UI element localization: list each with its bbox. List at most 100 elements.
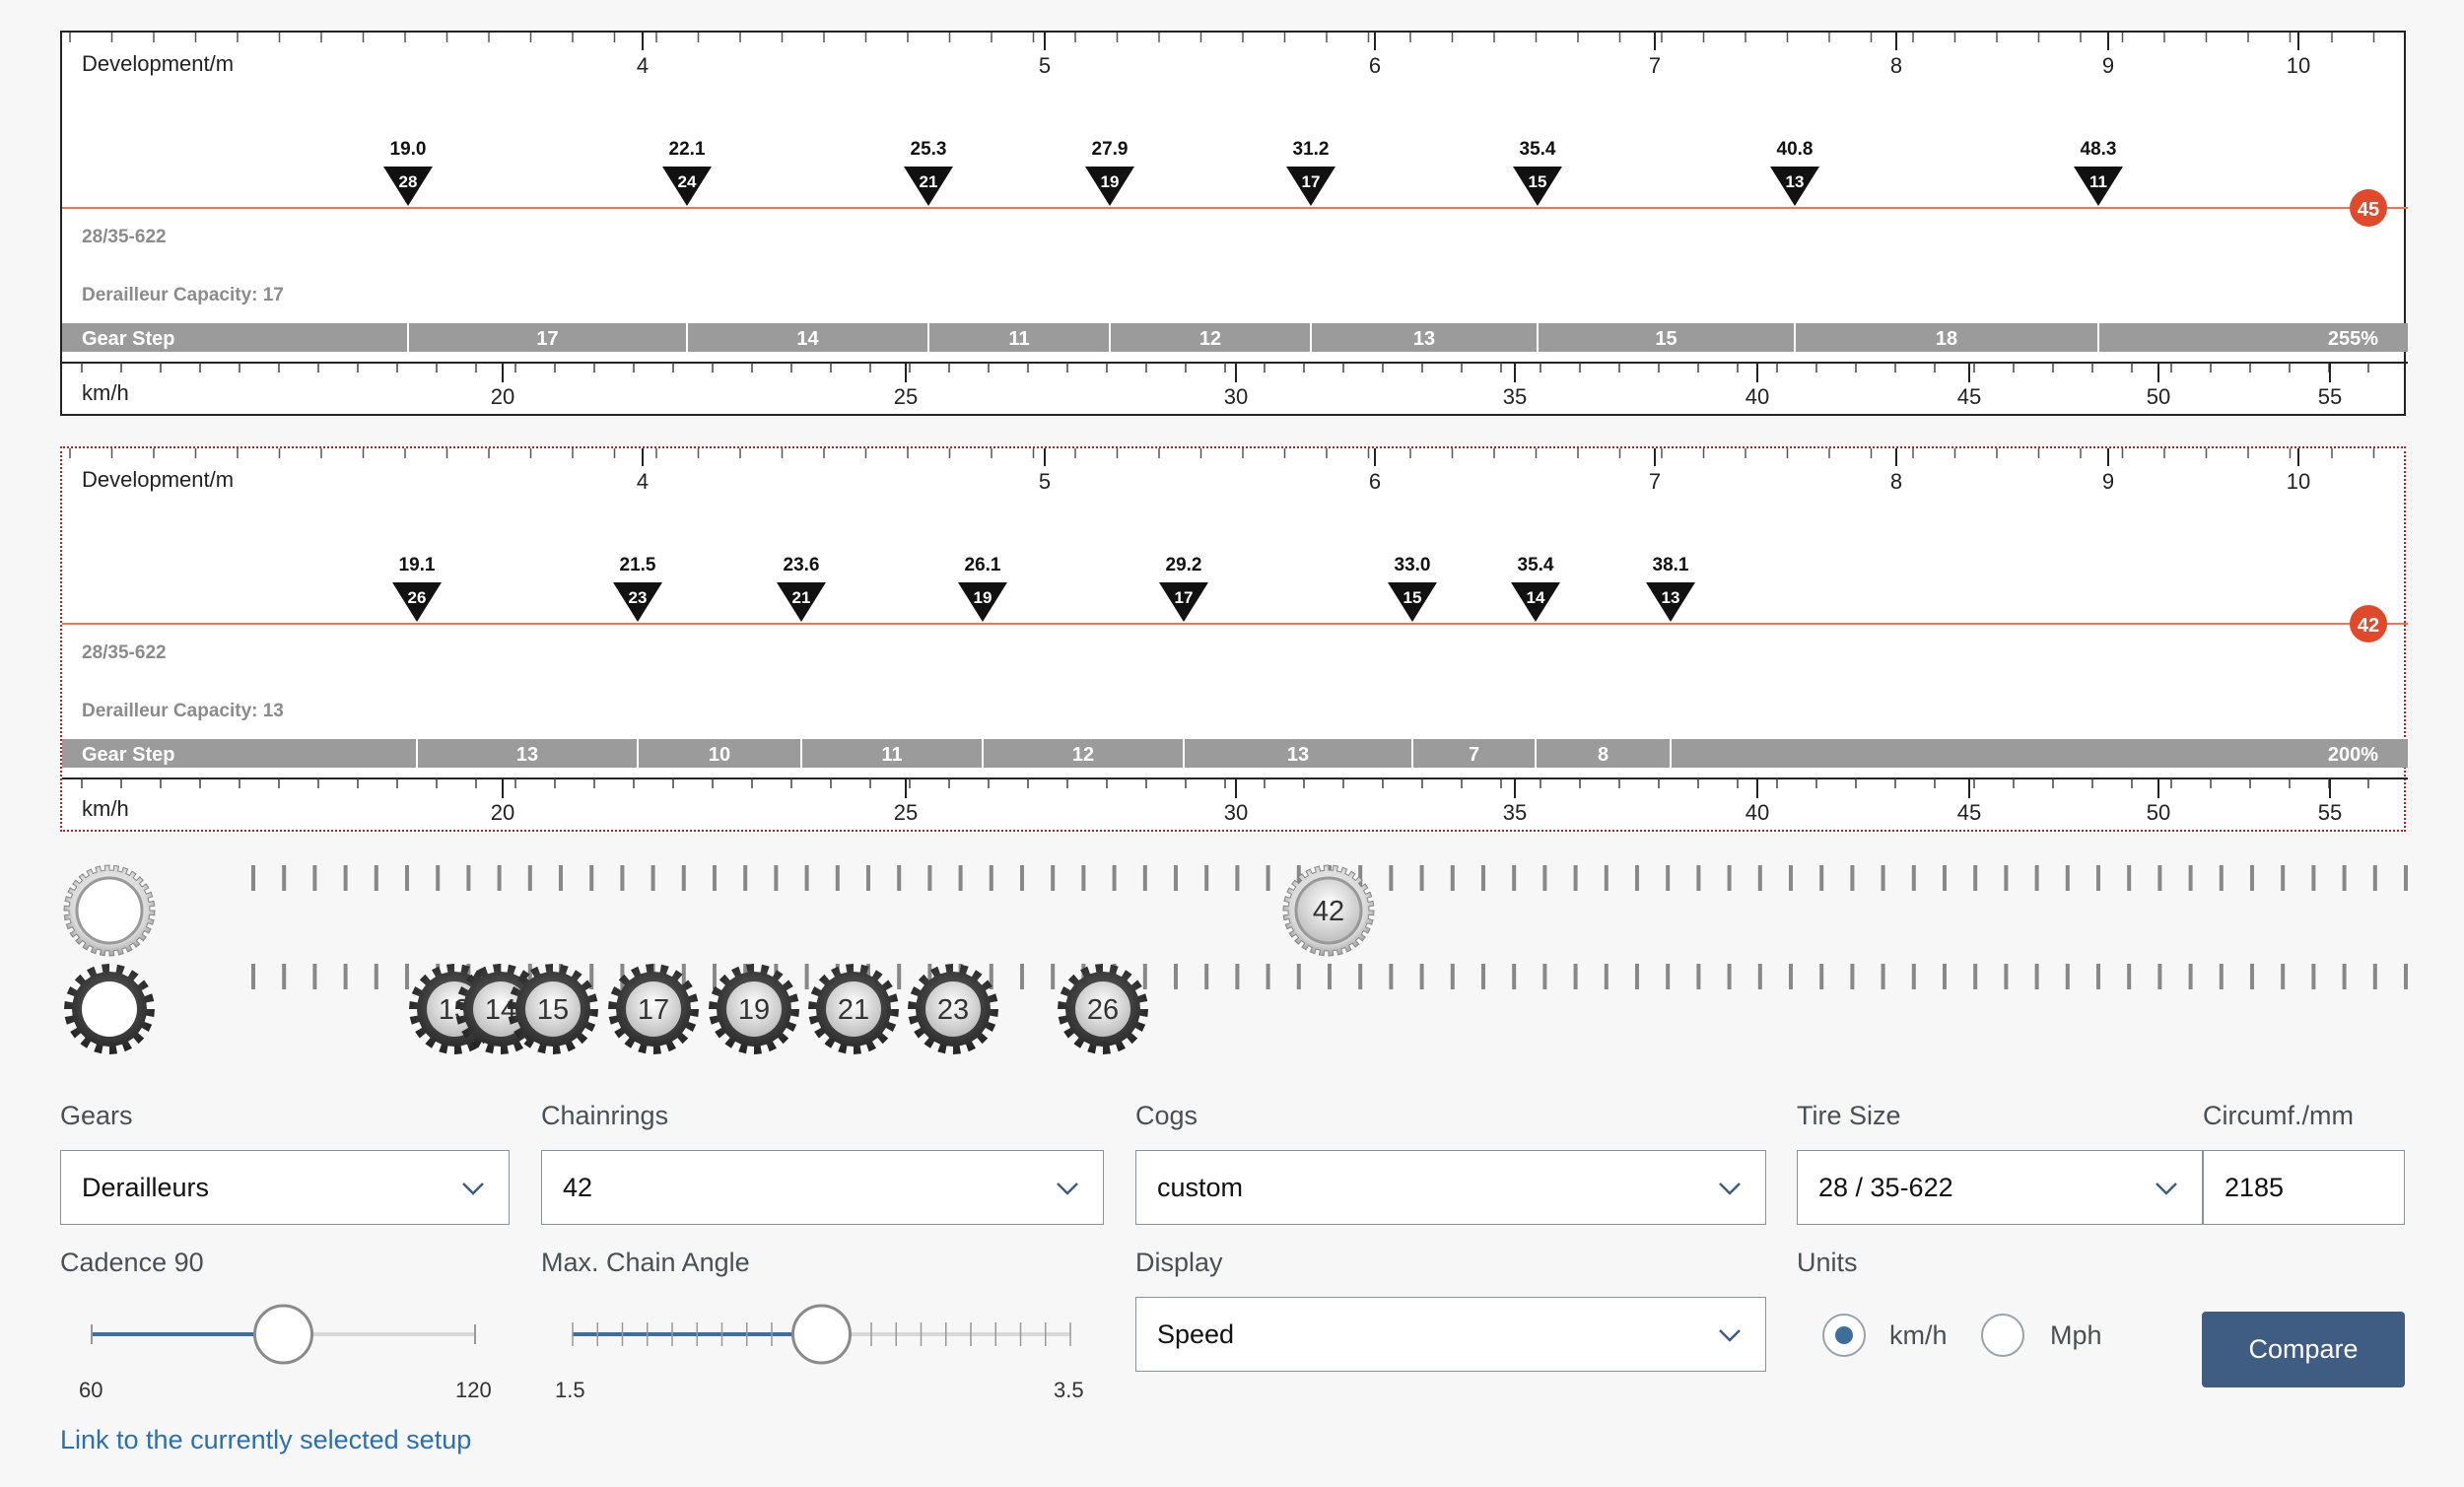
gear-cog-label: 17 xyxy=(1175,588,1194,607)
gear-cog-label: 15 xyxy=(1529,172,1547,191)
gears-label: Gears xyxy=(60,1101,133,1130)
gears-select[interactable]: Derailleurs xyxy=(60,1150,510,1225)
speed-tick-label: 55 xyxy=(2318,384,2342,409)
cadence-min: 60 xyxy=(79,1378,103,1397)
gear-chart-panel-2[interactable]: Development/m 4 5 6 7 8 9 10 19.1 26 21.5 23 23.6 2… xyxy=(60,446,2408,832)
cog-26[interactable]: 26 xyxy=(1058,964,1148,1054)
speed-axis-label: km/h xyxy=(82,380,129,405)
dev-ruler-ticks xyxy=(69,33,2375,42)
cog-19[interactable]: 19 xyxy=(709,964,799,1054)
dev-axis-label: Development/m xyxy=(82,467,234,492)
cadence-label: Cadence 90 xyxy=(60,1248,204,1277)
cogs-select[interactable]: custom xyxy=(1135,1150,1766,1225)
gear-marker[interactable]: 26.1 19 xyxy=(958,555,1007,622)
gear-speed-label: 31.2 xyxy=(1293,139,1330,160)
dev-tick-label: 5 xyxy=(1039,469,1051,494)
gear-marker[interactable]: 23.6 21 xyxy=(777,555,826,622)
gear-marker[interactable]: 27.9 19 xyxy=(1085,139,1134,206)
tire-size-label: Tire Size xyxy=(1797,1101,1901,1130)
unit-kmh-label[interactable]: km/h xyxy=(1889,1320,1948,1351)
gear-cog-label: 28 xyxy=(399,172,418,191)
speed-tick-label: 25 xyxy=(894,800,918,825)
dev-tick-label: 7 xyxy=(1649,469,1661,494)
unit-kmh-radio[interactable] xyxy=(1822,1314,1866,1357)
cog-label: 19 xyxy=(738,994,770,1026)
cog-23[interactable]: 23 xyxy=(908,964,998,1054)
dev-tick-label: 7 xyxy=(1649,53,1661,78)
dev-tick-label: 4 xyxy=(637,469,649,494)
gear-step-value: 12 xyxy=(1072,744,1094,766)
chain-angle-max: 3.5 xyxy=(1054,1378,1084,1397)
cog-15[interactable]: 15 xyxy=(508,964,598,1054)
speed-tick-label: 40 xyxy=(1745,384,1769,409)
gear-speed-label: 25.3 xyxy=(911,139,947,160)
tire-size-select-value: 28 / 35-622 xyxy=(1818,1172,1953,1202)
gear-chart-panel-1[interactable]: Development/m 4 5 6 7 8 9 10 19.0 28 22.1 24 25.3 2… xyxy=(60,31,2408,416)
gear-step-value: 12 xyxy=(1199,328,1221,350)
cog-label: 15 xyxy=(537,994,569,1026)
gear-step-value: 18 xyxy=(1936,328,1957,350)
gear-speed-label: 19.0 xyxy=(390,139,427,160)
tire-label: 28/35-622 xyxy=(82,642,167,663)
chain-angle-min: 1.5 xyxy=(555,1378,585,1397)
speed-tick-label: 55 xyxy=(2318,800,2342,825)
speed-tick-label: 30 xyxy=(1224,384,1248,409)
circumference-input[interactable]: 2185 xyxy=(2203,1150,2405,1225)
gear-marker[interactable]: 31.2 17 xyxy=(1286,139,1335,206)
chain-angle-handle[interactable] xyxy=(791,1304,852,1365)
unit-mph-radio[interactable] xyxy=(1981,1314,2024,1357)
gear-step-label: Gear Step xyxy=(82,744,174,766)
gear-selector[interactable]: 42 13 14 15 17 19 21 23 26 xyxy=(0,847,2464,1074)
chainring-selected-label: 42 xyxy=(1313,896,1344,927)
cadence-max: 120 xyxy=(455,1378,492,1397)
compare-button[interactable]: Compare xyxy=(2202,1312,2405,1387)
gear-step-value: 11 xyxy=(881,744,902,766)
cogs-select-value: custom xyxy=(1157,1172,1244,1202)
display-label: Display xyxy=(1135,1248,1223,1277)
gear-marker[interactable]: 33.0 15 xyxy=(1388,555,1437,622)
gear-cog-label: 19 xyxy=(974,588,992,607)
circumference-label: Circumf./mm xyxy=(2203,1101,2354,1130)
unit-mph-label[interactable]: Mph xyxy=(2050,1320,2102,1351)
gear-marker[interactable]: 22.1 24 xyxy=(662,139,712,206)
gear-marker[interactable]: 25.3 21 xyxy=(904,139,953,206)
gear-marker[interactable]: 29.2 17 xyxy=(1159,555,1208,622)
cadence-slider[interactable]: 60 120 xyxy=(60,1299,513,1397)
cog-label: 26 xyxy=(1087,994,1119,1026)
gear-marker[interactable]: 35.4 14 xyxy=(1511,555,1560,622)
gear-step-bar xyxy=(62,739,2408,768)
gear-speed-label: 38.1 xyxy=(1653,555,1689,575)
chainring-icon[interactable] xyxy=(63,864,156,957)
gear-marker[interactable]: 48.3 11 xyxy=(2074,139,2123,206)
gear-speed-label: 22.1 xyxy=(669,139,706,160)
gear-marker[interactable]: 21.5 23 xyxy=(613,555,662,622)
cog-row[interactable]: 13 14 15 17 19 21 23 26 xyxy=(409,964,1148,1054)
gear-cog-label: 11 xyxy=(2089,172,2107,191)
gear-marker[interactable]: 19.0 28 xyxy=(383,139,433,206)
chainrings-select-value: 42 xyxy=(563,1172,593,1202)
dev-tick-label: 8 xyxy=(1890,469,1902,494)
tire-size-select[interactable]: 28 / 35-622 xyxy=(1797,1150,2203,1225)
dev-axis-label: Development/m xyxy=(82,51,234,76)
display-select[interactable]: Speed xyxy=(1135,1297,1766,1372)
units-label: Units xyxy=(1797,1248,1858,1277)
chevron-down-icon xyxy=(1719,1183,1741,1195)
setup-link[interactable]: Link to the currently selected setup xyxy=(60,1425,471,1455)
gear-marker[interactable]: 40.8 13 xyxy=(1770,139,1819,206)
gear-cog-label: 13 xyxy=(1662,588,1680,607)
gear-speed-label: 40.8 xyxy=(1777,139,1814,160)
gear-hub xyxy=(75,876,144,945)
gear-speed-label: 26.1 xyxy=(965,555,1001,575)
chain-angle-slider[interactable]: 1.5 3.5 xyxy=(541,1299,1103,1397)
chainrings-select[interactable]: 42 xyxy=(541,1150,1104,1225)
cadence-handle[interactable] xyxy=(253,1304,313,1365)
gear-marker[interactable]: 38.1 13 xyxy=(1646,555,1695,622)
radio-dot xyxy=(1835,1326,1853,1344)
gear-marker[interactable]: 35.4 15 xyxy=(1513,139,1562,206)
cog-21[interactable]: 21 xyxy=(808,964,899,1054)
cog-icon[interactable] xyxy=(64,964,155,1054)
speed-tick-label: 50 xyxy=(2147,384,2170,409)
gear-marker[interactable]: 19.1 26 xyxy=(392,555,442,622)
cog-label: 23 xyxy=(937,994,969,1026)
gear-step-value: 11 xyxy=(1008,328,1029,350)
